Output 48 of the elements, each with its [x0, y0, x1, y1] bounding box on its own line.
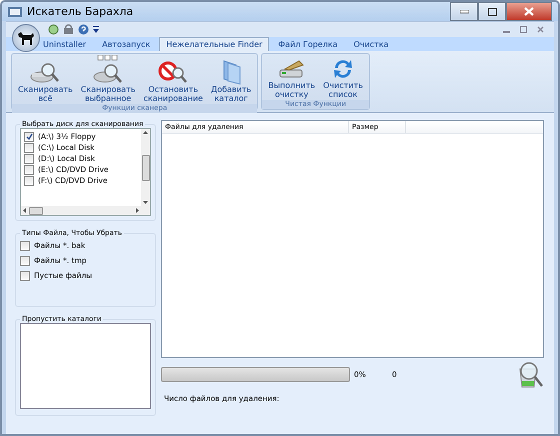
- window-title: Искатель Барахла: [27, 5, 134, 18]
- disk-magnifier-checkbox-icon: [93, 55, 124, 85]
- close-button[interactable]: [506, 2, 552, 21]
- stop-magnifier-icon: [158, 61, 188, 85]
- scroll-down-icon[interactable]: [143, 201, 148, 204]
- minimize-icon: [460, 10, 468, 14]
- checkbox[interactable]: [24, 164, 34, 174]
- checkbox[interactable]: [20, 256, 30, 266]
- ribbon-button[interactable]: Сканировать всё: [16, 54, 75, 104]
- lock-icon[interactable]: [63, 24, 74, 35]
- checkbox[interactable]: [24, 154, 34, 164]
- checkbox[interactable]: [24, 176, 34, 186]
- scroll-left-icon[interactable]: [23, 208, 26, 213]
- restore-icon: [488, 8, 496, 16]
- ribbon-tab[interactable]: Нежелательные Finder: [159, 37, 270, 51]
- app-window-icon: [8, 6, 22, 18]
- ribbon-tab[interactable]: Файл Горелка: [271, 37, 345, 51]
- help-icon[interactable]: [78, 24, 89, 35]
- maximize-button[interactable]: [478, 2, 506, 21]
- horizontal-scrollbar[interactable]: [21, 206, 141, 215]
- restore-icon[interactable]: [520, 26, 527, 33]
- checkmark-icon: [26, 133, 32, 140]
- checkbox[interactable]: [24, 132, 34, 142]
- ribbon-button[interactable]: Очистить список: [321, 54, 365, 100]
- ribbon-button[interactable]: Сканировать выбранное: [78, 54, 138, 104]
- app-menu-button[interactable]: [12, 24, 40, 52]
- globe-icon[interactable]: [48, 24, 59, 35]
- ribbon-button[interactable]: Выполнить очистку: [266, 54, 318, 100]
- dog-icon: [16, 30, 36, 46]
- ribbon-button[interactable]: Добавить каталог: [208, 54, 254, 104]
- dropdown-arrow-icon[interactable]: [93, 26, 99, 34]
- ribbon-button[interactable]: Остановить сканирование: [141, 54, 205, 104]
- vertical-scrollbar[interactable]: [141, 129, 150, 206]
- checkbox[interactable]: [20, 240, 30, 250]
- checkbox[interactable]: [20, 270, 30, 280]
- scroll-up-icon[interactable]: [143, 131, 148, 134]
- ribbon-tab[interactable]: Очистка: [346, 37, 396, 51]
- folder-list[interactable]: [20, 323, 151, 409]
- ribbon-tab[interactable]: Uninstaller: [36, 37, 94, 51]
- minimize-button[interactable]: [450, 2, 478, 21]
- scroll-right-icon[interactable]: [136, 208, 139, 213]
- scrollbar-thumb[interactable]: [29, 206, 43, 214]
- scrollbar-thumb[interactable]: [142, 154, 150, 180]
- close-icon: [524, 7, 534, 16]
- checkbox[interactable]: [24, 142, 34, 152]
- disk-magnifier-icon: [30, 61, 60, 85]
- close-icon[interactable]: [537, 26, 544, 33]
- ribbon-tab[interactable]: Автозапуск: [95, 37, 158, 51]
